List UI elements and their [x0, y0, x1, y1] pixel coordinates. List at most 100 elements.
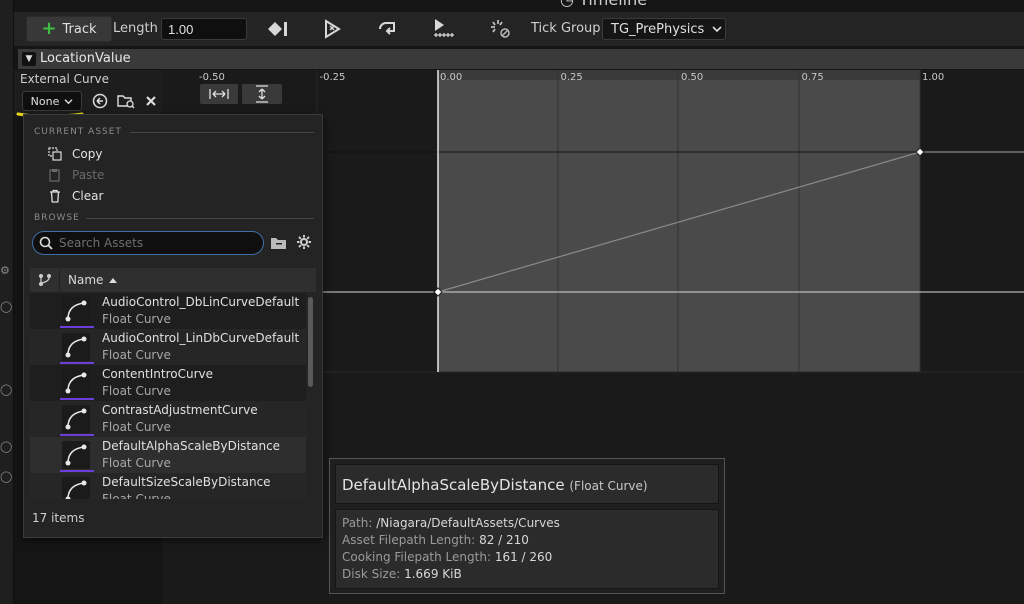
window-title: ◷ Timeline — [560, 0, 647, 9]
external-curve-panel: External Curve None — [14, 70, 162, 114]
circle-icon[interactable]: ◯ — [0, 440, 12, 454]
copy-menu-item[interactable]: Copy — [48, 147, 102, 161]
browse-header: BROWSE — [34, 213, 80, 223]
asset-type-underline — [60, 398, 94, 400]
asset-tooltip: DefaultAlphaScaleByDistance (Float Curve… — [329, 458, 725, 594]
asset-list: AudioControl_DbLinCurveDefault Float Curv… — [30, 293, 306, 499]
fit-vertical-button[interactable] — [242, 84, 282, 104]
time-tick-label: 0.50 — [681, 72, 703, 83]
left-dock-strip: ⚙ ◯ ◯ ◯ ◯ — [0, 0, 14, 604]
external-curve-combo[interactable]: None — [22, 91, 82, 111]
toolbar: + Track Length Tick Group TG_PrePhysics — [14, 12, 1024, 46]
float-curve-icon — [62, 369, 90, 397]
copy-icon — [48, 147, 62, 161]
name-column-header[interactable]: Name — [60, 273, 118, 287]
asset-list-item[interactable]: DefaultSizeScaleByDistance Float Curve — [30, 473, 306, 499]
tooltip-body: Path: /Niagara/DefaultAssets/Curves Asse… — [335, 509, 719, 589]
length-input[interactable] — [161, 18, 247, 40]
trash-icon — [48, 189, 62, 203]
float-curve-icon — [62, 333, 90, 361]
circle-icon[interactable]: ◯ — [0, 383, 12, 397]
timeline-icon: ◷ — [560, 0, 574, 9]
divider — [130, 132, 314, 133]
fit-horizontal-button[interactable] — [200, 84, 238, 104]
asset-list-item[interactable]: ContrastAdjustmentCurve Float Curve — [30, 401, 306, 437]
float-curve-icon — [62, 477, 90, 499]
items-count: 17 items — [32, 511, 85, 525]
plus-icon: + — [41, 18, 57, 39]
asset-name: DefaultSizeScaleByDistance — [102, 475, 271, 489]
external-curve-label: External Curve — [20, 72, 110, 86]
fit-vertical-icon — [256, 85, 268, 103]
clear-menu-item[interactable]: Clear — [48, 189, 103, 203]
asset-list-item[interactable]: AudioControl_DbLinCurveDefault Float Curv… — [30, 293, 306, 329]
asset-name: AudioControl_LinDbCurveDefault — [102, 331, 300, 345]
current-asset-header: CURRENT ASSET — [34, 127, 122, 137]
asset-list-header: Name — [30, 268, 316, 292]
asset-type-underline — [60, 434, 94, 436]
tick-group-label: Tick Group — [531, 21, 601, 36]
tooltip-asset-length: Asset Filepath Length: 82 / 210 — [342, 533, 529, 547]
track-header[interactable]: ▼ LocationValue — [18, 49, 1024, 69]
gear-icon[interactable]: ⚙ — [0, 264, 10, 278]
asset-list-item[interactable]: ContentIntroCurve Float Curve — [30, 365, 306, 401]
sort-ascending-icon — [109, 278, 118, 283]
tick-group-select[interactable]: TG_PrePhysics — [602, 18, 726, 40]
collapse-arrow-icon[interactable]: ▼ — [22, 52, 36, 66]
source-control-icon[interactable] — [30, 268, 60, 292]
replicated-icon[interactable] — [432, 16, 456, 40]
asset-type-underline — [60, 326, 94, 328]
asset-name: AudioControl_DbLinCurveDefault — [102, 295, 300, 309]
float-curve-icon — [62, 297, 90, 325]
time-tick-label: -0.50 — [199, 72, 225, 83]
ignore-time-dilation-icon[interactable] — [488, 16, 512, 40]
chevron-down-icon — [712, 22, 722, 37]
clear-icon[interactable] — [142, 92, 160, 110]
autoplay-icon[interactable] — [320, 17, 344, 41]
tooltip-title: DefaultAlphaScaleByDistance (Float Curve… — [342, 476, 648, 494]
time-tick-label: 0.00 — [440, 72, 462, 83]
fit-horizontal-icon — [209, 89, 229, 99]
time-tick-label: 1.00 — [922, 72, 944, 83]
search-box[interactable] — [32, 231, 264, 255]
circle-icon[interactable]: ◯ — [0, 470, 12, 484]
asset-type: Float Curve — [102, 384, 171, 398]
add-key-icon[interactable] — [266, 17, 290, 41]
time-ruler-range — [438, 70, 920, 80]
asset-list-item[interactable]: AudioControl_LinDbCurveDefault Float Curv… — [30, 329, 306, 365]
length-label: Length — [113, 21, 158, 36]
list-scrollbar[interactable] — [308, 297, 313, 387]
search-input[interactable] — [59, 236, 249, 250]
asset-type: Float Curve — [102, 348, 171, 362]
tooltip-cooking-length: Cooking Filepath Length: 161 / 260 — [342, 550, 553, 564]
use-selected-icon[interactable] — [91, 92, 109, 110]
track-name: LocationValue — [40, 51, 131, 66]
settings-gear-icon[interactable] — [296, 234, 312, 250]
time-tick-label: 0.75 — [802, 72, 824, 83]
asset-name: ContentIntroCurve — [102, 367, 213, 381]
asset-type: Float Curve — [102, 492, 171, 499]
add-track-button[interactable]: + Track — [26, 16, 112, 42]
asset-type: Float Curve — [102, 456, 171, 470]
asset-name: DefaultAlphaScaleByDistance — [102, 439, 281, 453]
asset-type-underline — [60, 362, 94, 364]
asset-picker-menu: CURRENT ASSET Copy Paste Clear BROWSE Se… — [23, 114, 323, 538]
loop-icon[interactable] — [376, 17, 400, 41]
asset-name: ContrastAdjustmentCurve — [102, 403, 258, 417]
time-tick-label: 0.25 — [561, 72, 583, 83]
timeline-range — [438, 70, 920, 372]
asset-list-item[interactable]: DefaultAlphaScaleByDistance Float Curve — [30, 437, 306, 473]
chevron-down-icon — [64, 98, 73, 104]
circle-icon[interactable]: ◯ — [0, 300, 12, 314]
asset-type-underline — [60, 470, 94, 472]
paste-icon — [48, 168, 62, 182]
tooltip-header: DefaultAlphaScaleByDistance (Float Curve… — [335, 464, 719, 504]
browse-folder-icon[interactable] — [117, 92, 135, 110]
paste-menu-item[interactable]: Paste — [48, 168, 104, 182]
title-bar — [14, 0, 1024, 8]
search-icon — [39, 236, 53, 250]
folder-filter-icon[interactable] — [270, 235, 288, 251]
asset-type: Float Curve — [102, 420, 171, 434]
tooltip-disk-size: Disk Size: 1.669 KiB — [342, 567, 462, 581]
asset-type: Float Curve — [102, 312, 171, 326]
